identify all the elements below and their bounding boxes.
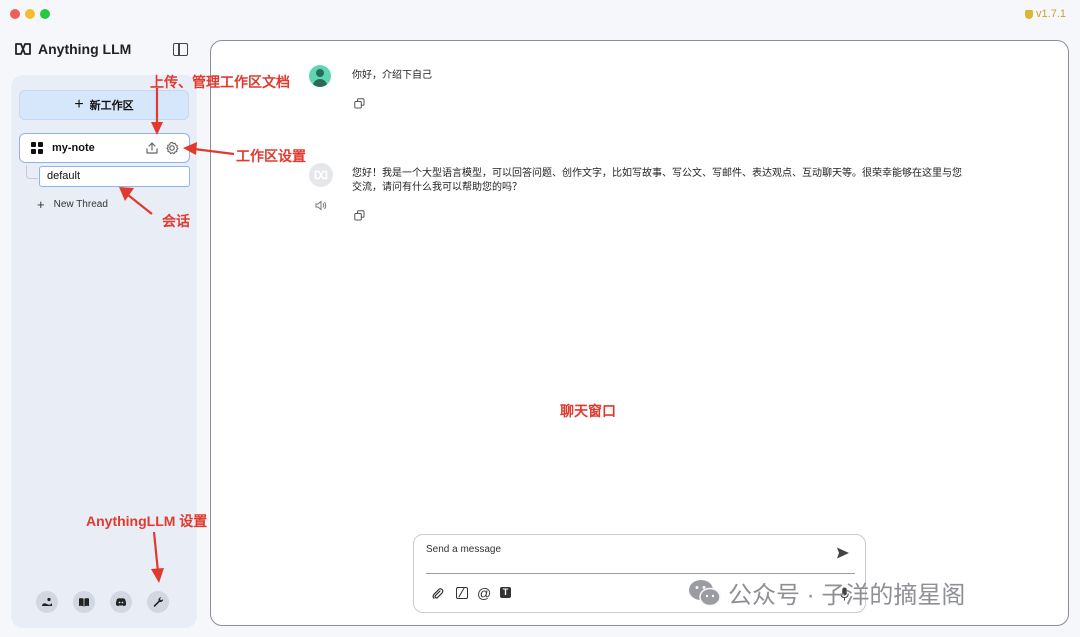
annotation-workspace-settings: 工作区设置 [236, 148, 306, 164]
gear-icon[interactable] [165, 141, 179, 155]
watermark-text: 公众号 · 子洋的摘星阁 [728, 582, 966, 609]
plus-icon: + [37, 197, 45, 212]
user-message-text: 你好，介绍下自己 [352, 70, 432, 81]
composer-divider [426, 573, 855, 574]
assistant-message-line: 您好！我是一个大型语言模型，可以回答问题、创作文字，比如写故事、写公文、写邮件、… [352, 168, 962, 179]
sidebar-footer [36, 591, 169, 613]
workspace-name: my-note [52, 142, 95, 154]
arrow-session [119, 187, 153, 215]
window-minimize-button[interactable] [25, 9, 35, 19]
new-workspace-label: 新工作区 [89, 100, 134, 112]
new-thread-button[interactable]: + New Thread [37, 198, 108, 211]
message-input[interactable] [426, 544, 826, 555]
workspace-item[interactable]: my-note [19, 133, 190, 163]
community-icon[interactable] [36, 591, 58, 613]
window-titlebar: v1.7.1 [0, 0, 1080, 28]
annotation-upload: 上传、管理工作区文档 [150, 74, 290, 90]
upload-icon[interactable] [145, 141, 159, 155]
window-maximize-button[interactable] [40, 9, 50, 19]
wechat-logo-icon [689, 579, 721, 606]
arrow-workspace-settings [183, 142, 235, 156]
workspace-grid-icon [31, 142, 43, 154]
app-name: Anything LLM [38, 41, 132, 57]
app-logo: Anything LLM [14, 41, 131, 57]
user-avatar [309, 65, 331, 87]
anything-llm-logo-icon [15, 43, 31, 55]
arrow-upload [151, 88, 163, 135]
plus-icon: + [74, 96, 84, 113]
version-badge: v1.7.1 [1025, 8, 1066, 20]
annotation-chat-window: 聊天窗口 [560, 403, 616, 419]
thread-tree-connector [26, 165, 38, 179]
discord-icon[interactable] [110, 591, 132, 613]
at-mention-icon[interactable]: @ [477, 586, 491, 600]
shield-icon [1025, 9, 1034, 19]
slash-command-icon[interactable] [456, 587, 468, 599]
settings-wrench-icon[interactable] [147, 591, 169, 613]
thread-item-default[interactable]: default [39, 166, 190, 187]
copy-icon[interactable] [354, 210, 365, 221]
sidebar-toggle-icon[interactable] [173, 43, 188, 56]
chat-window: 你好，介绍下自己 您好！我是一个大型语言模型，可以回答问题、创作文字，比如写故事… [210, 40, 1069, 626]
copy-icon[interactable] [354, 98, 365, 109]
send-icon[interactable] [836, 546, 850, 560]
arrow-app-settings [151, 531, 164, 583]
annotation-app-settings: AnythingLLM 设置 [86, 513, 208, 529]
speaker-icon[interactable] [315, 200, 327, 211]
assistant-message-text: 您好！我是一个大型语言模型，可以回答问题、创作文字，比如写故事、写公文、写邮件、… [352, 167, 962, 195]
anything-llm-logo-icon [314, 170, 328, 180]
version-text: v1.7.1 [1036, 8, 1066, 20]
sidebar: + 新工作区 my-note default + New Thread [11, 75, 197, 628]
annotation-session: 会话 [162, 213, 190, 229]
docs-book-icon[interactable] [73, 591, 95, 613]
paperclip-icon[interactable] [431, 587, 444, 600]
new-thread-label: New Thread [53, 199, 108, 210]
window-close-button[interactable] [10, 9, 20, 19]
text-size-icon[interactable]: T [500, 587, 511, 598]
assistant-avatar [309, 163, 333, 187]
assistant-message-line: 交流，请问有什么我可以帮助您的吗？ [352, 182, 522, 193]
watermark: 公众号 · 子洋的摘星阁 [688, 575, 965, 610]
